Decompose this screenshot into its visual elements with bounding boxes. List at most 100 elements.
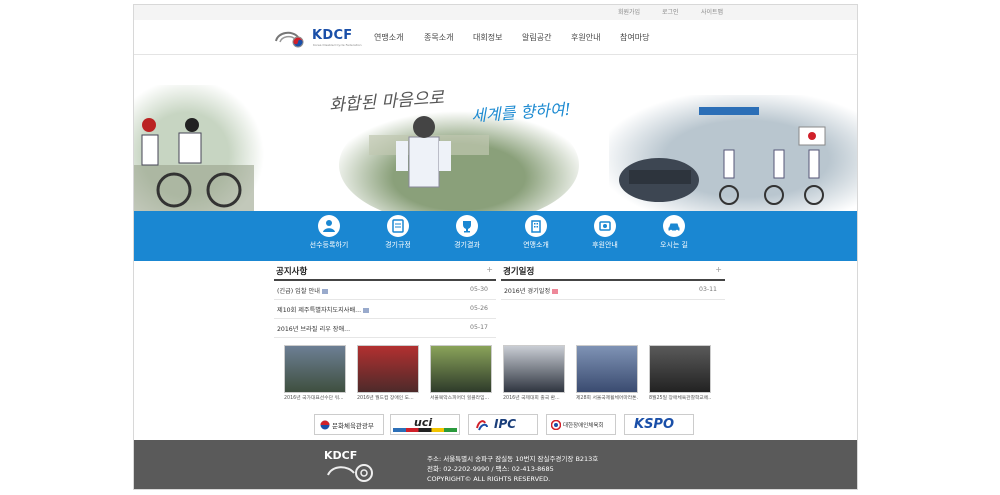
notice-item-title: (긴급) 입찰 안내 — [277, 288, 320, 295]
building-icon — [525, 215, 547, 237]
quick-about[interactable]: 연맹소개 — [496, 215, 576, 250]
gallery-item[interactable]: 2016년 월드컵 장애인 도... — [357, 345, 419, 401]
login-link[interactable]: 로그인 — [662, 7, 679, 16]
menu-about[interactable]: 연맹소개 — [374, 32, 403, 43]
utility-bar: 회원가입 로그인 사이트맵 — [134, 5, 857, 21]
sitemap-link[interactable]: 사이트맵 — [701, 7, 723, 16]
heart-icon — [552, 288, 559, 294]
gallery-caption: 서울북악스피어더 힐클라임... — [430, 396, 490, 401]
gallery-photo — [430, 345, 492, 393]
gallery-caption: 2016년 국제대회 출국 환... — [503, 396, 560, 401]
gallery-item[interactable]: 8월25일 장애체육관찰학교에... — [649, 345, 711, 401]
schedule-title: 경기일정 — [503, 267, 535, 277]
page-frame: 회원가입 로그인 사이트맵 KDCF Korea Disabled Cycle … — [133, 4, 858, 490]
notice-title: 공지사항 — [276, 267, 308, 277]
sponsor-kpc[interactable]: 대한장애인체육회 — [546, 414, 616, 435]
quick-directions[interactable]: 오시는 길 — [634, 215, 714, 250]
person-icon — [318, 215, 340, 237]
gallery-item[interactable]: 서울북악스피어더 힐클라임... — [430, 345, 492, 401]
quick-rules-label: 경기규정 — [385, 241, 411, 249]
logo-swirl-icon — [275, 31, 304, 48]
logo-text: KDCF — [312, 28, 353, 43]
sponsor-uci-label: uci — [414, 416, 433, 429]
gallery-caption: 2016년 월드컵 장애인 도... — [357, 396, 414, 401]
quick-results-label: 경기결과 — [454, 241, 480, 249]
notice-item-date: 05-17 — [470, 324, 488, 331]
schedule-item-date: 03-11 — [699, 286, 717, 293]
sponsor-ipc-label: IPC — [494, 417, 517, 431]
menu-sponsor[interactable]: 후원안내 — [571, 32, 600, 43]
schedule-header: 경기일정 + — [501, 263, 725, 281]
gallery-photo — [357, 345, 419, 393]
sponsor-ipc[interactable]: IPC — [468, 414, 538, 435]
gallery-item[interactable]: 2016년 국가대표선수단 워... — [284, 345, 346, 401]
site-footer: KDCF 주소: 서울특별시 송파구 잠실동 10번지 잠실주경기장 B213호… — [134, 440, 857, 489]
quick-results[interactable]: 경기결과 — [427, 215, 507, 250]
signup-link[interactable]: 회원가입 — [618, 7, 640, 16]
notice-more-button[interactable]: + — [486, 265, 493, 274]
hero-banner: 화합된 마음으로 세계를 향하여! — [134, 55, 857, 211]
sponsor-kpc-label: 대한장애인체육회 — [563, 423, 604, 429]
menu-participate[interactable]: 참여마당 — [620, 32, 649, 43]
footer-logo: KDCF — [324, 449, 384, 485]
gallery-caption: 제28회 서울국제휠체어마라톤... — [576, 396, 638, 401]
schedule-more-button[interactable]: + — [715, 265, 722, 274]
quick-directions-label: 오시는 길 — [660, 241, 688, 249]
banner-photo-collage — [134, 85, 857, 211]
sponsor-mcst-label: 문화체육관광부 — [332, 422, 374, 430]
footer-copyright: COPYRIGHT© ALL RIGHTS RESERVED. — [427, 475, 551, 483]
footer-swirl-icon — [327, 464, 373, 482]
schedule-item-title: 2016년 경기일정 — [504, 288, 551, 295]
logo-subtitle: Korea Disabled Cycle Federation — [313, 43, 362, 47]
sponsor-logos: 문화체육관광부 uci IPC 대한장애인체육회 KSPO — [134, 412, 857, 438]
quick-rules[interactable]: 경기규정 — [358, 215, 438, 250]
notice-row[interactable]: 2016년 브라질 리우 장애... 05-17 — [274, 319, 496, 338]
gallery-caption: 8월25일 장애체육관찰학교에... — [649, 396, 711, 401]
donation-icon — [594, 215, 616, 237]
footer-info: 주소: 서울특별시 송파구 잠실동 10번지 잠실주경기장 B213호 전화: … — [427, 454, 598, 484]
schedule-panel: 경기일정 + 2016년 경기일정 03-11 — [501, 263, 725, 343]
gallery-photo — [284, 345, 346, 393]
menu-sports[interactable]: 종목소개 — [424, 32, 453, 43]
quick-register[interactable]: 선수등록하기 — [289, 215, 369, 250]
footer-address: 주소: 서울특별시 송파구 잠실동 10번지 잠실주경기장 B213호 — [427, 455, 599, 463]
taegeuk-icon — [320, 420, 330, 430]
quick-register-label: 선수등록하기 — [309, 241, 349, 249]
schedule-row[interactable]: 2016년 경기일정 03-11 — [501, 281, 725, 300]
gallery-photo — [503, 345, 565, 393]
quick-sponsor[interactable]: 후원안내 — [565, 215, 645, 250]
gallery-caption: 2016년 국가대표선수단 워... — [284, 396, 344, 401]
notice-item-title: 2016년 브라질 리우 장애... — [277, 326, 351, 333]
trophy-icon — [456, 215, 478, 237]
main-nav: KDCF Korea Disabled Cycle Federation 연맹소… — [134, 20, 857, 55]
notice-item-title: 제10회 제주특별자치도지사배... — [277, 307, 362, 314]
gallery-photo — [576, 345, 638, 393]
kpc-emblem-icon — [551, 420, 561, 430]
notice-item-date: 05-30 — [470, 286, 488, 293]
attachment-icon — [321, 288, 328, 294]
sponsor-uci[interactable]: uci — [390, 414, 460, 435]
gallery-item[interactable]: 2016년 국제대회 출국 환... — [503, 345, 565, 401]
quick-sponsor-label: 후원안내 — [592, 241, 618, 249]
quick-link-bar: 선수등록하기 경기규정 경기결과 연맹소개 후원안내 오시는 길 — [134, 211, 857, 261]
quick-about-label: 연맹소개 — [523, 241, 549, 249]
photo-gallery: 2016년 국가대표선수단 워... 2016년 월드컵 장애인 도... 서울… — [284, 345, 714, 403]
notice-header: 공지사항 + — [274, 263, 496, 281]
notice-row[interactable]: (긴급) 입찰 안내 05-30 — [274, 281, 496, 300]
ipc-agitos-icon — [476, 420, 488, 431]
footer-phone: 전화: 02-2202-9990 / 팩스: 02-413-8685 — [427, 465, 554, 473]
sponsor-mcst[interactable]: 문화체육관광부 — [314, 414, 384, 435]
menu-competition[interactable]: 대회정보 — [473, 32, 502, 43]
notice-row[interactable]: 제10회 제주특별자치도지사배... 05-26 — [274, 300, 496, 319]
menu-notice[interactable]: 알림공간 — [522, 32, 551, 43]
gallery-photo — [649, 345, 711, 393]
gallery-item[interactable]: 제28회 서울국제휠체어마라톤... — [576, 345, 638, 401]
sponsor-kspo[interactable]: KSPO — [624, 414, 694, 435]
notice-item-date: 05-26 — [470, 305, 488, 312]
rulebook-icon — [387, 215, 409, 237]
site-logo[interactable]: KDCF Korea Disabled Cycle Federation — [272, 28, 362, 50]
car-icon — [663, 215, 685, 237]
notice-panel: 공지사항 + (긴급) 입찰 안내 05-30 제10회 제주특별자치도지사배.… — [274, 263, 496, 343]
sponsor-kspo-label: KSPO — [634, 417, 675, 432]
attachment-icon — [363, 307, 370, 313]
